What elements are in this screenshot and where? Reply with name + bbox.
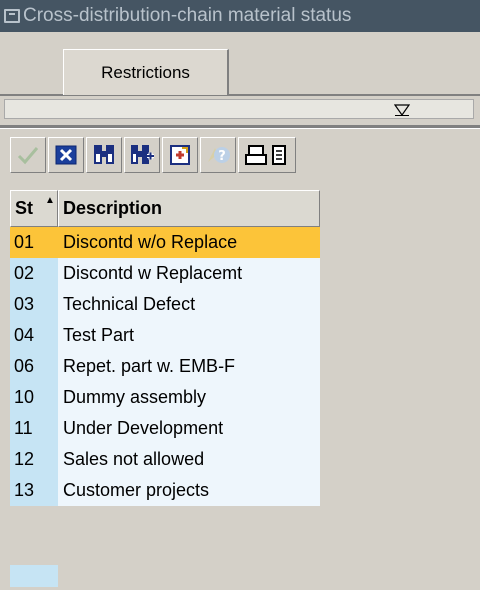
table-empty-area — [10, 565, 58, 587]
cancel-x-icon — [55, 145, 77, 165]
column-header-st[interactable]: St ▲ — [10, 190, 58, 227]
table-row[interactable]: 10 Dummy assembly — [10, 382, 320, 413]
window-icon — [4, 9, 20, 23]
status-code-cell[interactable]: 11 — [10, 413, 58, 444]
check-button[interactable] — [10, 137, 46, 173]
description-cell[interactable]: Test Part — [58, 320, 320, 351]
status-table: St ▲ Description 01 Discontd w/o Replace… — [10, 190, 320, 506]
printer-icon — [245, 145, 286, 165]
table-row[interactable]: 04 Test Part — [10, 320, 320, 351]
status-code-cell[interactable]: 06 — [10, 351, 58, 382]
status-code-cell[interactable]: 13 — [10, 475, 58, 506]
checkmark-icon — [17, 147, 39, 165]
status-code-cell[interactable]: 10 — [10, 382, 58, 413]
window-title: Cross-distribution-chain material status — [23, 5, 352, 26]
status-code-cell[interactable]: 12 — [10, 444, 58, 475]
new-entries-icon — [170, 145, 190, 165]
status-code-cell[interactable]: 03 — [10, 289, 58, 320]
status-code-cell[interactable]: 04 — [10, 320, 58, 351]
description-cell[interactable]: Repet. part w. EMB-F — [58, 351, 320, 382]
description-cell[interactable]: Technical Defect — [58, 289, 320, 320]
title-bar: Cross-distribution-chain material status — [0, 0, 480, 32]
status-code-cell[interactable]: 01 — [10, 227, 58, 258]
column-header-description[interactable]: Description — [58, 190, 320, 227]
status-code-cell[interactable]: 02 — [10, 258, 58, 289]
table-header: St ▲ Description — [10, 190, 320, 227]
find-button[interactable] — [86, 137, 122, 173]
table-row[interactable]: 02 Discontd w Replacemt — [10, 258, 320, 289]
table-row[interactable]: 11 Under Development — [10, 413, 320, 444]
tab-label: Restrictions — [101, 62, 190, 82]
print-button[interactable] — [238, 137, 296, 173]
table-row[interactable]: 01 Discontd w/o Replace — [10, 227, 320, 258]
help-icon: ? — [208, 147, 230, 164]
help-button[interactable]: ? — [200, 137, 236, 173]
svg-text:?: ? — [218, 149, 226, 164]
description-cell[interactable]: Dummy assembly — [58, 382, 320, 413]
description-cell[interactable]: Discontd w/o Replace — [58, 227, 320, 258]
tab-restrictions[interactable]: Restrictions — [63, 49, 229, 95]
description-cell[interactable]: Customer projects — [58, 475, 320, 506]
sort-ascending-icon: ▲ — [45, 195, 55, 206]
description-cell[interactable]: Under Development — [58, 413, 320, 444]
new-entries-button[interactable] — [162, 137, 198, 173]
tab-strip: Restrictions — [0, 32, 480, 96]
binoculars-icon — [94, 145, 114, 164]
description-cell[interactable]: Sales not allowed — [58, 444, 320, 475]
triangle-down-icon[interactable] — [393, 103, 411, 117]
description-cell[interactable]: Discontd w Replacemt — [58, 258, 320, 289]
find-next-button[interactable] — [124, 137, 160, 173]
collapse-bar[interactable] — [4, 99, 474, 119]
table-row[interactable]: 03 Technical Defect — [10, 289, 320, 320]
table-row[interactable]: 06 Repet. part w. EMB-F — [10, 351, 320, 382]
binoculars-plus-icon — [131, 145, 154, 164]
table-row[interactable]: 13 Customer projects — [10, 475, 320, 506]
table-row[interactable]: 12 Sales not allowed — [10, 444, 320, 475]
separator — [0, 125, 480, 129]
toolbar: ? — [10, 137, 296, 177]
cancel-button[interactable] — [48, 137, 84, 173]
